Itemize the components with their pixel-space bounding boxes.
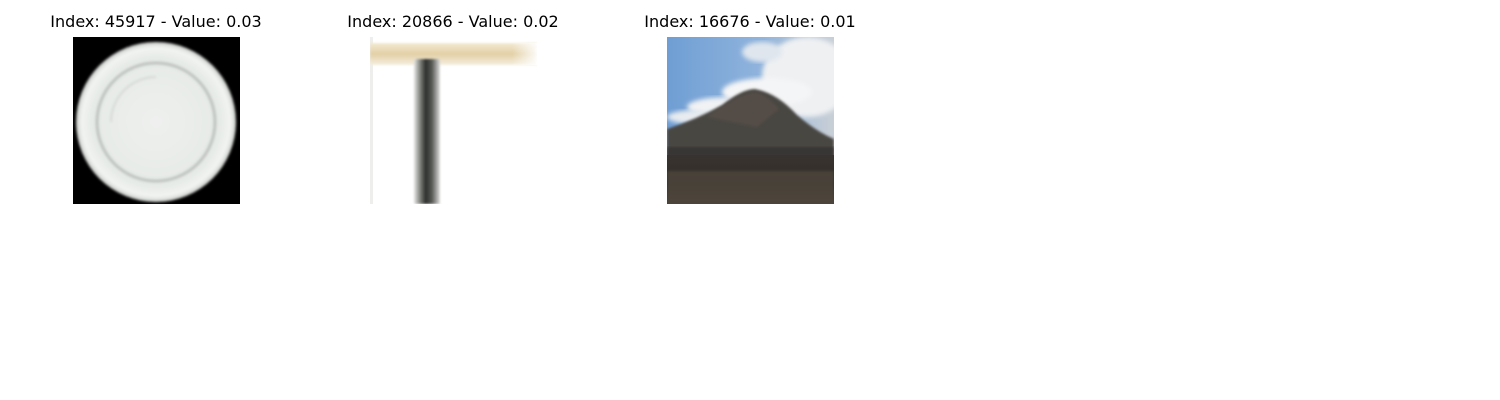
volcano-image	[667, 37, 834, 204]
panel-3: Index: 16676 - Value: 0.01	[600, 0, 900, 210]
panel-title: Index: 16676 - Value: 0.01	[644, 12, 856, 31]
panel-image-table-leg	[370, 37, 537, 204]
panel-title: Index: 45917 - Value: 0.03	[50, 12, 262, 31]
plate-image	[73, 37, 240, 204]
panel-2: Index: 20866 - Value: 0.02	[303, 0, 603, 210]
table-leg-image	[370, 37, 537, 204]
panel-image-plate	[73, 37, 240, 204]
panel-1: Index: 45917 - Value: 0.03	[6, 0, 306, 210]
panel-image-volcano	[667, 37, 834, 204]
panel-title: Index: 20866 - Value: 0.02	[347, 12, 559, 31]
